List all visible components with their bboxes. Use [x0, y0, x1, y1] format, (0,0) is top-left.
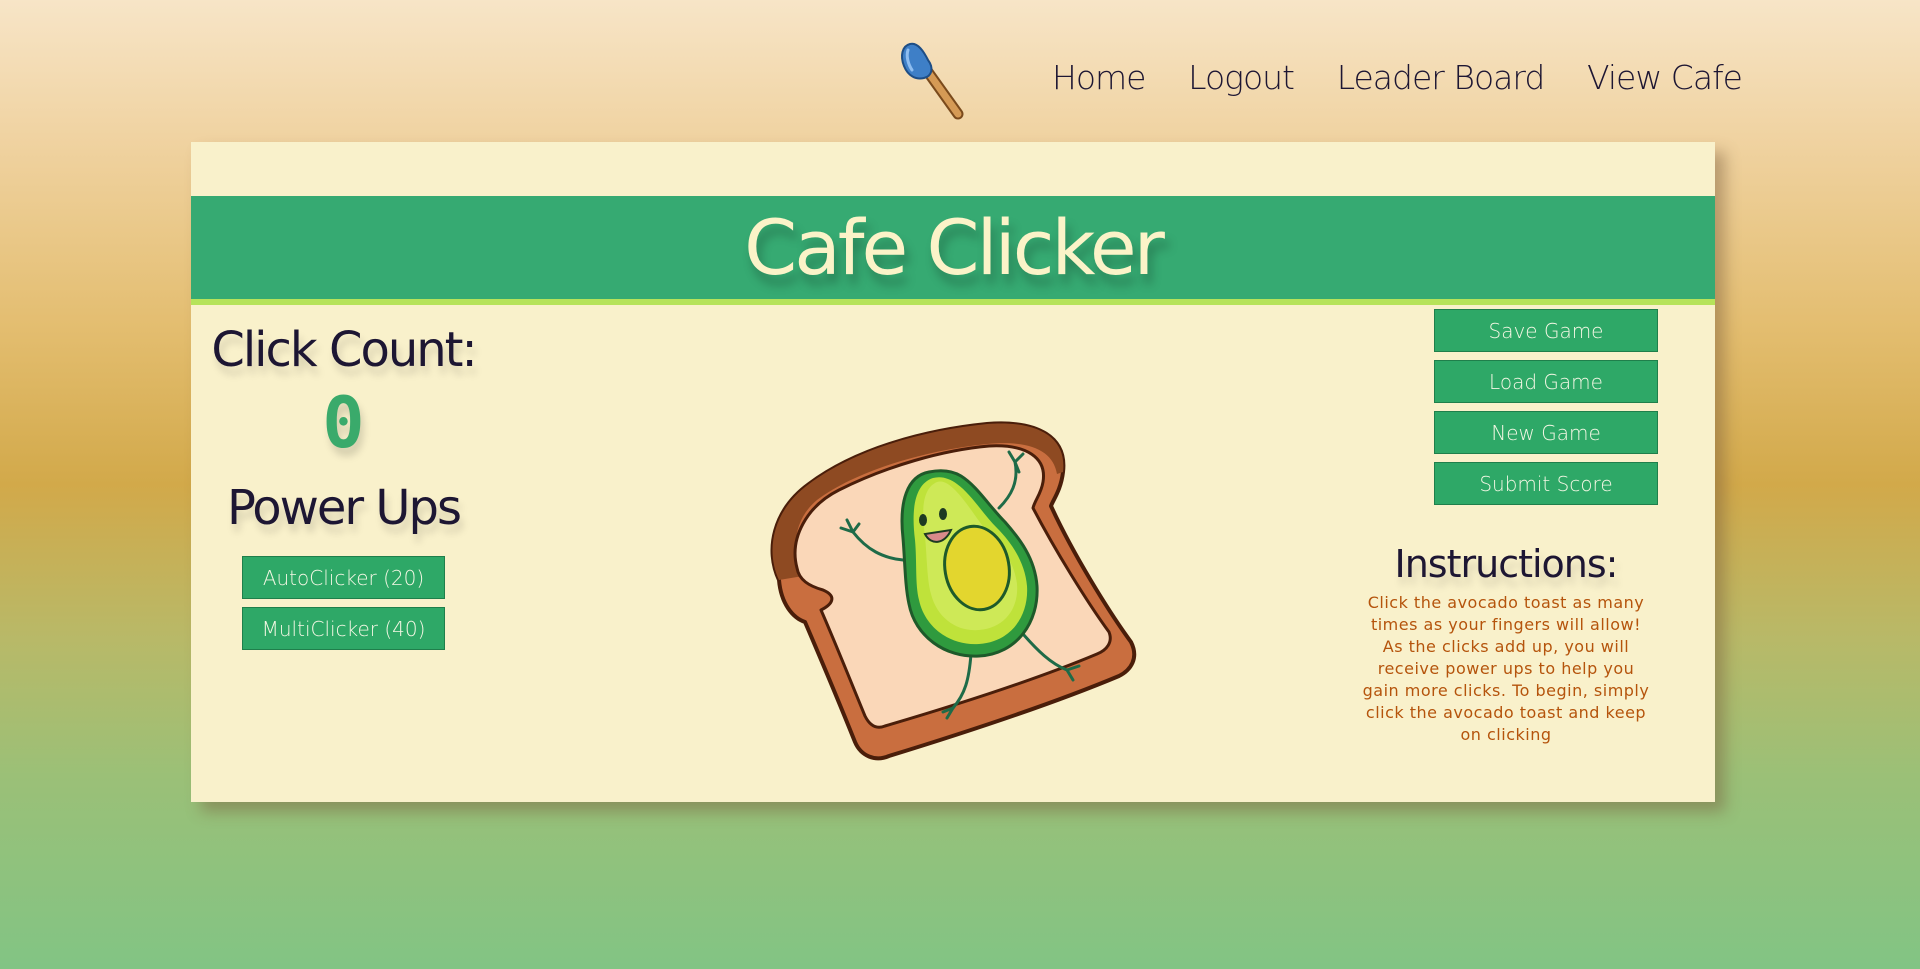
new-game-button[interactable]: New Game	[1434, 411, 1658, 454]
page-title: Cafe Clicker	[744, 203, 1165, 292]
nav-link-leader-board[interactable]: Leader Board	[1337, 58, 1546, 97]
click-count-value: 0	[322, 382, 365, 464]
title-banner: Cafe Clicker	[191, 196, 1715, 305]
top-nav: Home Logout Leader Board View Cafe	[1052, 58, 1743, 97]
spatula-logo-icon[interactable]	[898, 38, 966, 122]
stats-column: Click Count: 0 Power Ups AutoClicker (20…	[191, 314, 496, 658]
game-panel: Cafe Clicker Click Count: 0 Power Ups Au…	[191, 142, 1715, 802]
save-game-button[interactable]: Save Game	[1434, 309, 1658, 352]
nav-link-logout[interactable]: Logout	[1188, 58, 1295, 97]
avocado-toast-icon[interactable]	[757, 390, 1147, 770]
instructions-text: Click the avocado toast as many times as…	[1362, 593, 1650, 744]
power-ups-heading: Power Ups	[227, 480, 462, 536]
nav-link-view-cafe[interactable]: View Cafe	[1587, 58, 1743, 97]
game-controls: Save Game Load Game New Game Submit Scor…	[1434, 309, 1658, 513]
instructions-section: Instructions: Click the avocado toast as…	[1361, 542, 1651, 746]
multiclicker-button[interactable]: MultiClicker (40)	[242, 607, 445, 650]
instructions-heading: Instructions:	[1394, 542, 1619, 586]
autoclicker-button[interactable]: AutoClicker (20)	[242, 556, 445, 599]
click-count-label: Click Count:	[211, 322, 477, 378]
nav-link-home[interactable]: Home	[1052, 58, 1146, 97]
submit-score-button[interactable]: Submit Score	[1434, 462, 1658, 505]
load-game-button[interactable]: Load Game	[1434, 360, 1658, 403]
